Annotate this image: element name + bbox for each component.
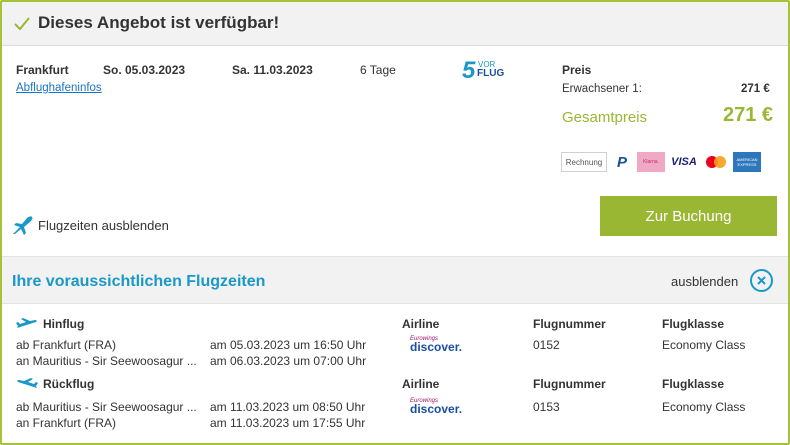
outbound-class: Economy Class [662,338,746,352]
amex-icon: AMERICAN EXPRESS [733,152,761,172]
mastercard-icon [702,152,730,172]
inbound-flight-number: 0153 [533,400,560,414]
return-date: Sa. 11.03.2023 [232,63,313,77]
invoice-payment-icon: Rechnung [561,152,607,172]
flight-times-header: Ihre voraussichtlichen Flugzeiten ausble… [2,256,788,304]
inbound-class-header: Flugklasse [662,377,725,391]
outbound-from: ab Frankfurt (FRA) [16,338,117,352]
outbound-flight-number: 0152 [533,338,560,352]
flight-times-title: Ihre voraussichtlichen Flugzeiten [12,273,266,290]
provider-logo: 5 VOR FLUG [462,57,505,84]
inbound-to-time: am 11.03.2023 um 17:55 Uhr [210,416,366,430]
outbound-flightno-header: Flugnummer [533,317,606,331]
total-price-label: Gesamtpreis [562,109,648,126]
availability-title: Dieses Angebot ist verfügbar! [38,13,280,32]
outbound-label: Hinflug [43,317,85,331]
inbound-class: Economy Class [662,400,746,414]
visa-icon: VISA [669,152,699,172]
availability-header: Dieses Angebot ist verfügbar! [2,2,788,46]
outbound-class-header: Flugklasse [662,317,725,331]
outbound-from-time: am 05.03.2023 um 16:50 Uhr [210,338,367,352]
adult-price-value: 271 € [741,83,770,95]
inbound-airline-logo: Eurowings discover. [410,398,463,416]
departure-date: So. 05.03.2023 [103,63,186,77]
outbound-airline-logo: Eurowings discover. [410,336,463,354]
inbound-flightno-header: Flugnummer [533,377,606,391]
paypal-icon: P [609,152,635,172]
close-icon[interactable] [750,269,773,292]
toggle-flight-times[interactable]: Flugzeiten ausblenden [38,218,169,233]
trip-duration: 6 Tage [360,63,396,77]
inbound-to: an Frankfurt (FRA) [16,416,117,430]
airport-info-link[interactable]: Abflughafeninfos [16,82,102,94]
book-button[interactable]: Zur Buchung [600,196,777,236]
check-icon [14,17,30,31]
origin-city: Frankfurt [16,63,69,77]
outbound-to-time: am 06.03.2023 um 07:00 Uhr [210,354,367,368]
inbound-from-time: am 11.03.2023 um 08:50 Uhr [210,400,366,414]
total-price-value: 271 € [723,104,774,126]
return-plane-icon [17,378,38,388]
inbound-airline-header: Airline [402,377,440,391]
klarna-icon: Klarna. [637,152,665,172]
outbound-airline-header: Airline [402,317,440,331]
outbound-to: an Mauritius - Sir Seewoosagur ... [16,354,197,368]
plane-icon[interactable] [11,214,35,236]
price-label: Preis [562,63,592,77]
adult-price-label: Erwachsener 1: [562,83,642,95]
hide-flight-times-link[interactable]: ausblenden [671,274,738,289]
inbound-label: Rückflug [43,377,95,391]
inbound-from: ab Mauritius - Sir Seewoosagur ... [16,400,197,414]
departure-plane-icon [16,318,37,328]
